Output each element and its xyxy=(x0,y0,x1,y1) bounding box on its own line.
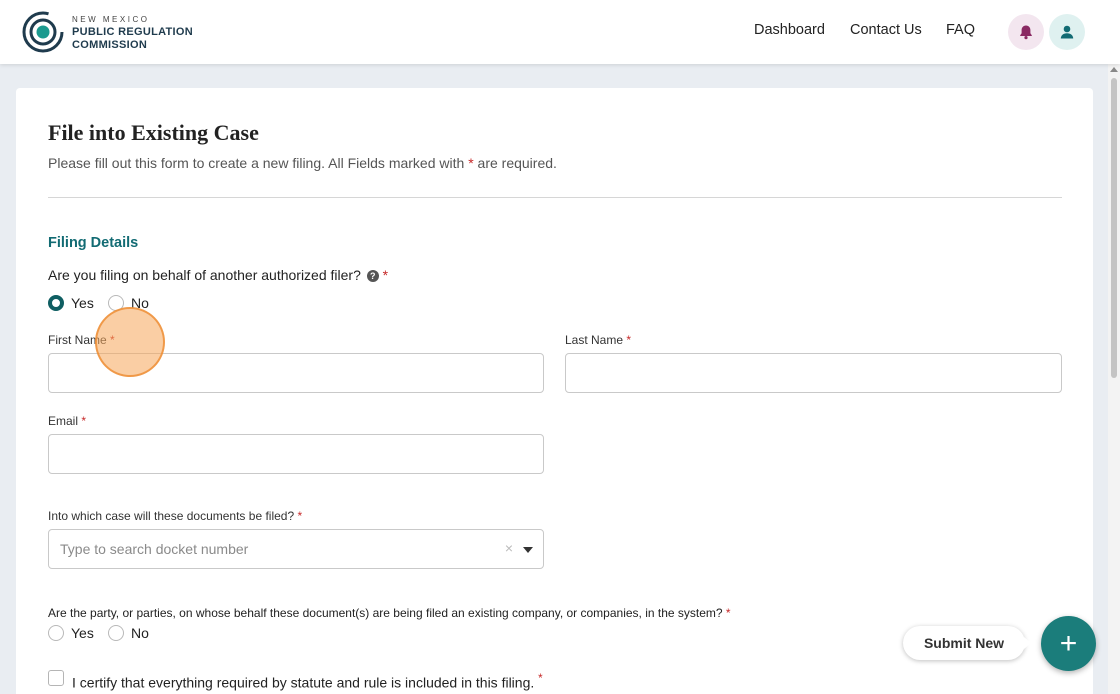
prc-logo[interactable]: NEW MEXICO PUBLIC REGULATION COMMISSION xyxy=(20,8,193,56)
behalf-radio-yes[interactable]: Yes xyxy=(48,295,94,311)
form-instructions: Please fill out this form to create a ne… xyxy=(48,155,557,171)
radio-label-no: No xyxy=(131,625,149,641)
notifications-button[interactable] xyxy=(1008,14,1044,50)
radio-button[interactable] xyxy=(48,625,64,641)
required-asterisk: * xyxy=(297,509,303,523)
logo-line-1: NEW MEXICO xyxy=(72,14,150,24)
submit-tooltip-arrow xyxy=(1024,637,1031,649)
required-asterisk: * xyxy=(626,333,632,347)
required-asterisk: * xyxy=(538,672,543,685)
last-name-label: Last Name * xyxy=(565,333,631,347)
company-radio-yes[interactable]: Yes xyxy=(48,625,94,641)
section-divider xyxy=(48,197,1062,198)
radio-label-yes: Yes xyxy=(71,295,94,311)
logo-line-2: PUBLIC REGULATION xyxy=(72,25,194,38)
account-button[interactable] xyxy=(1049,14,1085,50)
submit-new-button[interactable]: Submit New xyxy=(903,626,1025,660)
docket-search-select[interactable]: Type to search docket number × xyxy=(48,529,544,569)
case-question-text: Into which case will these documents be … xyxy=(48,509,295,523)
chevron-down-icon[interactable] xyxy=(523,547,533,553)
behalf-question: Are you filing on behalf of another auth… xyxy=(48,267,388,283)
instructions-text-end: are required. xyxy=(473,155,557,171)
instructions-text-start: Please fill out this form to create a ne… xyxy=(48,155,469,171)
nav-link-contact-us[interactable]: Contact Us xyxy=(850,22,922,38)
radio-button[interactable] xyxy=(108,625,124,641)
radio-button-selected[interactable] xyxy=(48,295,64,311)
last-name-label-text: Last Name xyxy=(565,333,624,347)
bell-icon xyxy=(1020,25,1032,40)
page-title: File into Existing Case xyxy=(48,120,259,145)
required-asterisk: * xyxy=(725,606,731,620)
required-asterisk: * xyxy=(382,267,389,283)
required-asterisk: * xyxy=(81,414,87,428)
nav-link-dashboard[interactable]: Dashboard xyxy=(754,22,825,38)
email-field[interactable] xyxy=(48,434,544,474)
nav-link-faq[interactable]: FAQ xyxy=(946,22,975,38)
company-radio-no[interactable]: No xyxy=(108,625,149,641)
top-navigation-bar: NEW MEXICO PUBLIC REGULATION COMMISSION … xyxy=(0,0,1120,64)
certify-label[interactable]: I certify that everything required by st… xyxy=(72,672,543,691)
plus-icon: + xyxy=(1059,626,1078,660)
company-question-label: Are the party, or parties, on whose beha… xyxy=(48,606,731,620)
click-indicator xyxy=(95,307,165,377)
certify-checkbox[interactable] xyxy=(48,670,64,686)
section-title-filing-details: Filing Details xyxy=(48,235,139,251)
scrollbar-thumb[interactable] xyxy=(1111,78,1117,378)
logo-line-3: COMMISSION xyxy=(72,38,148,51)
company-question-text: Are the party, or parties, on whose beha… xyxy=(48,606,723,620)
scroll-up-arrow-icon[interactable] xyxy=(1110,67,1118,72)
email-label-text: Email xyxy=(48,414,79,428)
prc-logo-icon xyxy=(22,11,64,53)
radio-label-yes: Yes xyxy=(71,625,94,641)
certify-text: I certify that everything required by st… xyxy=(72,674,535,691)
clear-icon[interactable]: × xyxy=(505,540,513,556)
docket-search-placeholder: Type to search docket number xyxy=(60,541,249,557)
behalf-question-text: Are you filing on behalf of another auth… xyxy=(48,267,361,283)
email-label: Email * xyxy=(48,414,86,428)
last-name-field[interactable] xyxy=(565,353,1062,393)
user-icon xyxy=(1060,25,1074,39)
case-question-label: Into which case will these documents be … xyxy=(48,509,302,523)
add-new-filing-button[interactable]: + xyxy=(1041,616,1096,671)
page-scrollbar[interactable] xyxy=(1108,64,1120,694)
help-icon[interactable]: ? xyxy=(366,270,379,283)
